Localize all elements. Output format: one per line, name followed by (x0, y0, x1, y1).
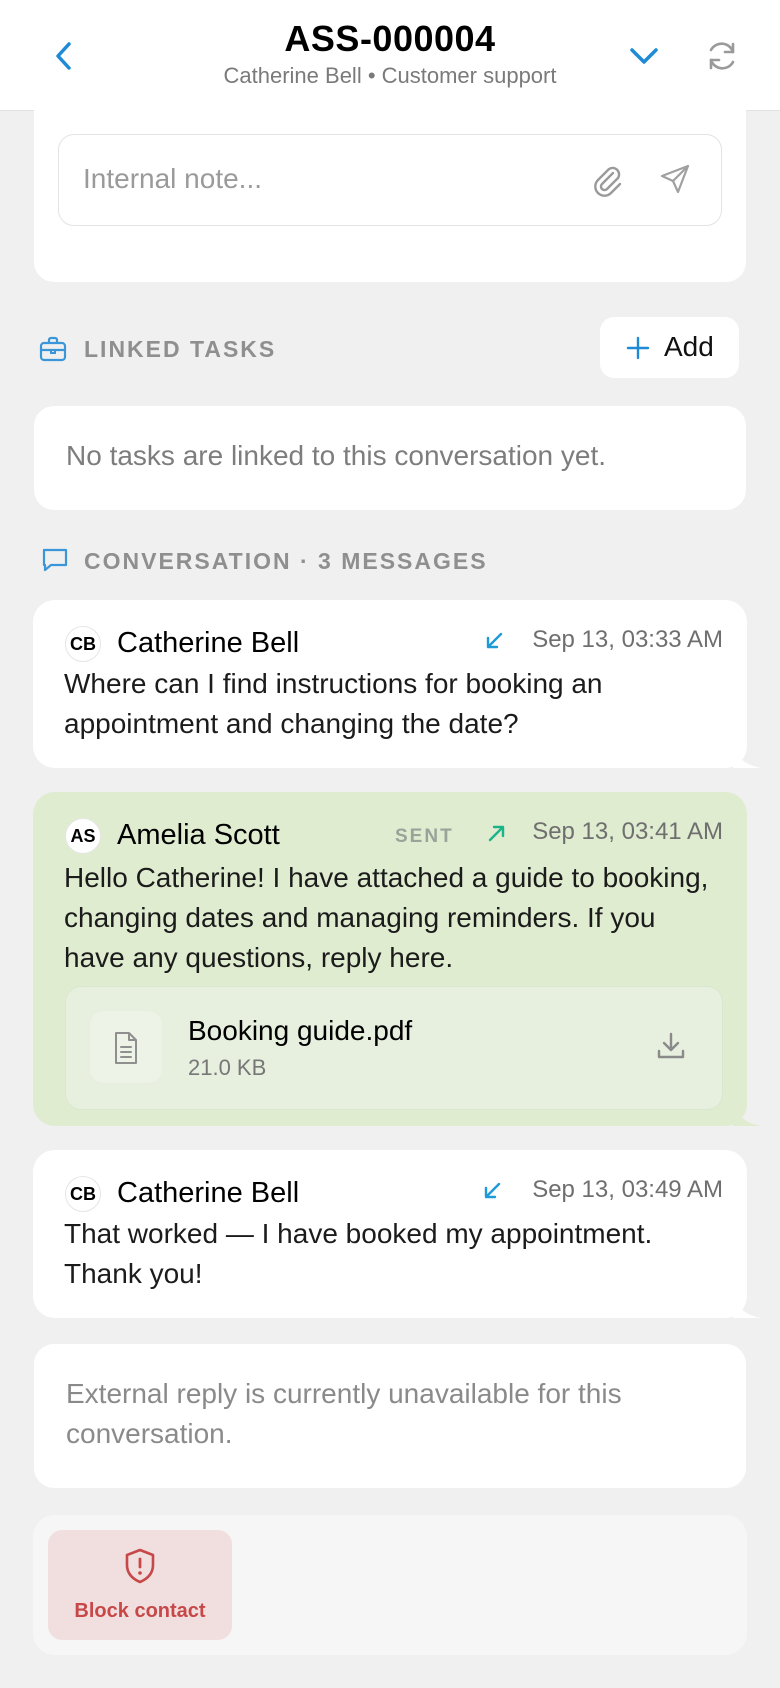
linked-tasks-empty-card: No tasks are linked to this conversation… (34, 406, 746, 510)
refresh-icon[interactable] (704, 38, 740, 74)
message-sender: Catherine Bell (117, 627, 300, 659)
chevron-down-icon[interactable] (626, 40, 662, 72)
incoming-arrow-icon (486, 632, 503, 649)
file-icon-box (90, 1011, 162, 1083)
message-text: Where can I find instructions for bookin… (64, 668, 603, 739)
conversation-id-title: ASS-000004 (284, 18, 496, 59)
message-text: That worked — I have booked my appointme… (64, 1218, 653, 1289)
plus-icon (626, 336, 650, 360)
message-text: Hello Catherine! I have attached a guide… (64, 862, 709, 973)
incoming-arrow-icon (484, 1182, 501, 1199)
bubble-tail (733, 1296, 761, 1318)
briefcase-icon (39, 336, 67, 362)
message-sender: Catherine Bell (117, 1177, 300, 1209)
conversation-subtitle: Catherine Bell • Customer support (223, 63, 557, 88)
document-icon (115, 1032, 137, 1064)
block-contact-label: Block contact (74, 1600, 206, 1622)
avatar: AS (65, 818, 101, 854)
add-task-label: Add (664, 331, 714, 362)
attachment-filesize: 21.0 KB (188, 1055, 267, 1080)
block-contact-button[interactable]: Block contact (48, 1530, 232, 1640)
sent-status-badge: SENT (395, 826, 454, 847)
paperclip-icon[interactable] (591, 163, 623, 197)
attachment-filename: Booking guide.pdf (188, 1015, 413, 1046)
outgoing-arrow-icon (488, 825, 505, 842)
message-sender: Amelia Scott (117, 819, 280, 851)
message-item: AS Amelia Scott SENT Sep 13, 03:41 AM He… (33, 792, 761, 1126)
avatar: CB (65, 626, 101, 662)
bubble-tail (733, 1104, 761, 1126)
avatar: CB (65, 1176, 101, 1212)
add-task-button[interactable]: Add (600, 317, 739, 378)
conversation-heading: CONVERSATION · 3 MESSAGES (84, 548, 488, 574)
internal-note-box (58, 134, 722, 226)
internal-note-input[interactable] (83, 159, 563, 199)
download-icon[interactable] (656, 1031, 686, 1061)
attachment-card[interactable]: Booking guide.pdf 21.0 KB (65, 986, 723, 1110)
bubble-tail (733, 746, 761, 768)
message-item: CB Catherine Bell Sep 13, 03:49 AM That … (33, 1150, 761, 1318)
shield-alert-icon (125, 1548, 155, 1584)
actions-panel: Block contact (33, 1515, 747, 1655)
chat-bubble-icon (42, 548, 68, 572)
external-reply-notice-card: External reply is currently unavailable … (34, 1344, 746, 1488)
message-time: Sep 13, 03:41 AM (532, 818, 723, 845)
external-reply-notice: External reply is currently unavailable … (66, 1378, 622, 1449)
message-time: Sep 13, 03:33 AM (532, 626, 723, 653)
message-time: Sep 13, 03:49 AM (532, 1176, 723, 1203)
linked-tasks-heading: LINKED TASKS (84, 336, 277, 362)
message-item: CB Catherine Bell Sep 13, 03:33 AM Where… (33, 600, 761, 768)
linked-tasks-empty-text: No tasks are linked to this conversation… (66, 440, 607, 471)
send-icon[interactable] (659, 163, 691, 195)
